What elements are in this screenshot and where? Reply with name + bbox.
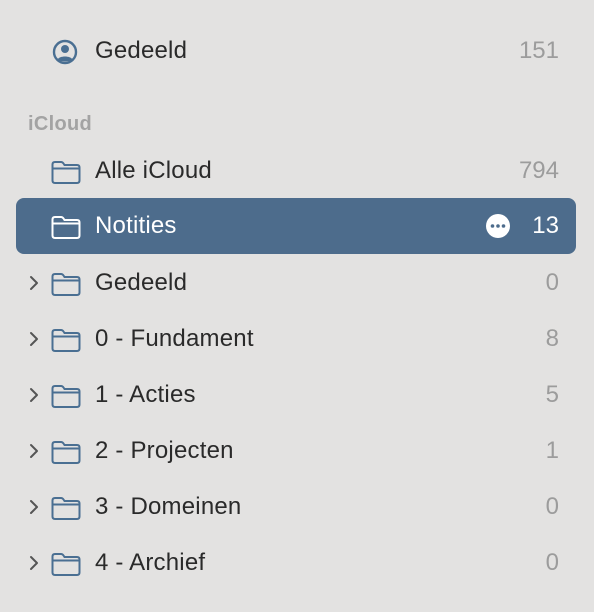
chevron-right-icon[interactable] <box>26 555 42 571</box>
sidebar-item-acties[interactable]: 1 - Acties 5 <box>16 367 576 423</box>
sidebar-item-archief[interactable]: 4 - Archief 0 <box>16 535 576 591</box>
sidebar-item-count: 5 <box>545 381 559 408</box>
sidebar-item-all-icloud[interactable]: Alle iCloud 794 <box>16 143 576 199</box>
sidebar-item-label: 4 - Archief <box>95 549 206 576</box>
sidebar-item-projecten[interactable]: 2 - Projecten 1 <box>16 423 576 479</box>
sidebar-item-count: 13 <box>532 212 559 239</box>
sidebar-item-count: 1 <box>545 437 559 464</box>
sidebar-item-label: 3 - Domeinen <box>95 493 242 520</box>
person-circle-icon <box>52 39 78 65</box>
chevron-right-icon[interactable] <box>26 275 42 291</box>
chevron-right-icon[interactable] <box>26 331 42 347</box>
sidebar-item-fundament[interactable]: 0 - Fundament 8 <box>16 311 576 367</box>
chevron-right-icon[interactable] <box>26 443 42 459</box>
sidebar-item-gedeeld-folder[interactable]: Gedeeld 0 <box>16 255 576 311</box>
folder-icon <box>51 497 81 520</box>
sidebar-item-label: Gedeeld <box>95 37 188 64</box>
sidebar-item-count: 151 <box>518 37 559 64</box>
folder-icon <box>51 273 81 296</box>
notes-sidebar: Gedeeld 151 iCloud Alle iCloud 794 Notit… <box>0 0 594 612</box>
sidebar-item-domeinen[interactable]: 3 - Domeinen 0 <box>16 479 576 535</box>
more-options-icon[interactable] <box>486 214 510 238</box>
sidebar-item-label: 2 - Projecten <box>95 437 234 464</box>
sidebar-item-count: 0 <box>545 269 559 296</box>
sidebar-item-count: 794 <box>518 157 559 184</box>
folder-icon <box>51 161 81 184</box>
section-header-icloud[interactable]: iCloud <box>28 112 92 136</box>
sidebar-item-label: 1 - Acties <box>95 381 196 408</box>
sidebar-item-label: Gedeeld <box>95 269 188 296</box>
sidebar-item-label: Notities <box>95 212 177 239</box>
sidebar-item-count: 0 <box>545 493 559 520</box>
folder-icon <box>51 329 81 352</box>
chevron-right-icon[interactable] <box>26 499 42 515</box>
folder-icon <box>51 553 81 576</box>
sidebar-item-count: 8 <box>545 325 559 352</box>
sidebar-item-label: Alle iCloud <box>95 157 212 184</box>
folder-icon <box>51 441 81 464</box>
chevron-right-icon[interactable] <box>26 387 42 403</box>
folder-icon <box>51 385 81 408</box>
sidebar-item-label: 0 - Fundament <box>95 325 254 352</box>
sidebar-item-count: 0 <box>545 549 559 576</box>
sidebar-item-notities[interactable]: Notities 13 <box>16 198 576 254</box>
folder-icon <box>51 216 81 239</box>
sidebar-item-shared[interactable]: Gedeeld 151 <box>16 23 576 79</box>
